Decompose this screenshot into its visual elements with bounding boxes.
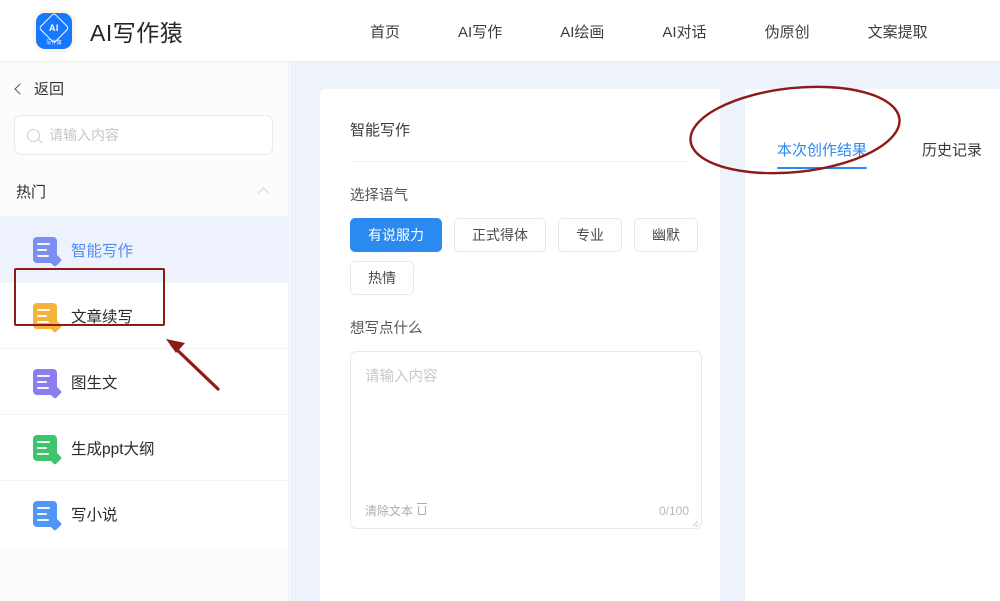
- logo-text: AI: [49, 22, 59, 32]
- app-window: AI 写作猿 AI写作猿 首页 AI写作 AI绘画 AI对话 伪原创 文案提取 …: [0, 0, 1000, 601]
- sidebar-item-label: 文章续写: [71, 305, 133, 327]
- chevron-up-icon[interactable]: [257, 187, 270, 200]
- app-header: AI 写作猿 AI写作猿 首页 AI写作 AI绘画 AI对话 伪原创 文案提取: [0, 0, 1000, 62]
- search-input[interactable]: 请输入内容: [14, 115, 273, 155]
- ai-writer-logo-icon: AI 写作猿: [36, 13, 72, 49]
- nav-item-copy-extract[interactable]: 文案提取: [868, 21, 928, 42]
- form-title: 智能写作: [350, 119, 688, 140]
- prompt-placeholder: 请输入内容: [365, 365, 687, 386]
- trash-icon: [418, 506, 426, 515]
- sidebar-item-smart-writing[interactable]: 智能写作: [0, 216, 288, 282]
- ppt-green-icon: [33, 435, 57, 461]
- search-placeholder: 请输入内容: [49, 125, 119, 145]
- back-button[interactable]: 返回: [0, 62, 288, 99]
- char-counter: 0/100: [659, 504, 689, 518]
- sidebar: 返回 请输入内容 热门 智能写作 文章续写 图生文: [0, 62, 289, 601]
- image-text-icon: [33, 369, 57, 395]
- tab-current-result[interactable]: 本次创作结果: [777, 139, 867, 169]
- nav-item-pseudo-original[interactable]: 伪原创: [765, 21, 810, 42]
- result-tabs: 本次创作结果 历史记录: [745, 89, 1000, 169]
- clear-text-label: 清除文本: [365, 502, 413, 519]
- tone-chip-persuasive[interactable]: 有说服力: [350, 218, 442, 252]
- tone-chip-humorous[interactable]: 幽默: [634, 218, 698, 252]
- tone-label: 选择语气: [350, 184, 688, 205]
- document-pen-icon: [33, 237, 57, 263]
- prompt-textarea[interactable]: 请输入内容 清除文本 0/100: [350, 351, 702, 529]
- document-orange-icon: [33, 303, 57, 329]
- form-divider: [350, 161, 688, 162]
- search-icon: [27, 129, 40, 142]
- content-area: 智能写作 选择语气 有说服力 正式得体 专业 幽默 热情 想写点什么 请输入内容…: [290, 62, 1000, 601]
- logo-subtext: 写作猿: [36, 39, 72, 46]
- sidebar-item-image-to-text[interactable]: 图生文: [0, 348, 288, 414]
- nav-item-ai-writing[interactable]: AI写作: [458, 21, 502, 42]
- section-title: 热门: [16, 181, 46, 202]
- main-nav: 首页 AI写作 AI绘画 AI对话 伪原创 文案提取: [370, 0, 928, 62]
- brand[interactable]: AI 写作猿 AI写作猿: [0, 13, 183, 49]
- novel-blue-icon: [33, 501, 57, 527]
- sidebar-item-write-novel[interactable]: 写小说: [0, 480, 288, 546]
- prompt-label: 想写点什么: [350, 317, 688, 338]
- result-panel: 本次创作结果 历史记录: [745, 89, 1000, 601]
- resize-handle[interactable]: [691, 518, 699, 526]
- tone-chip-enthusiastic[interactable]: 热情: [350, 261, 414, 295]
- sidebar-item-label: 智能写作: [71, 239, 133, 261]
- sidebar-item-ppt-outline[interactable]: 生成ppt大纲: [0, 414, 288, 480]
- tone-chip-group: 有说服力 正式得体 专业 幽默 热情: [350, 218, 700, 295]
- clear-text-button[interactable]: 清除文本: [365, 502, 426, 519]
- nav-item-home[interactable]: 首页: [370, 21, 400, 42]
- search-wrapper: 请输入内容: [0, 99, 288, 155]
- sidebar-item-label: 生成ppt大纲: [71, 437, 155, 459]
- nav-item-ai-painting[interactable]: AI绘画: [560, 21, 604, 42]
- tone-chip-formal[interactable]: 正式得体: [454, 218, 546, 252]
- back-label: 返回: [34, 78, 64, 99]
- chevron-left-icon: [14, 83, 25, 94]
- sidebar-menu: 智能写作 文章续写 图生文 生成ppt大纲 写小说: [0, 216, 288, 546]
- sidebar-item-label: 图生文: [71, 371, 118, 393]
- tab-history[interactable]: 历史记录: [922, 139, 982, 169]
- page-title: AI写作猿: [90, 14, 183, 48]
- tone-chip-professional[interactable]: 专业: [558, 218, 622, 252]
- sidebar-item-article-continue[interactable]: 文章续写: [0, 282, 288, 348]
- writing-form-card: 智能写作 选择语气 有说服力 正式得体 专业 幽默 热情 想写点什么 请输入内容…: [320, 89, 720, 601]
- nav-item-ai-chat[interactable]: AI对话: [662, 21, 706, 42]
- section-header-hot[interactable]: 热门: [0, 155, 288, 202]
- sidebar-item-label: 写小说: [71, 503, 118, 525]
- textarea-footer: 清除文本 0/100: [365, 502, 689, 519]
